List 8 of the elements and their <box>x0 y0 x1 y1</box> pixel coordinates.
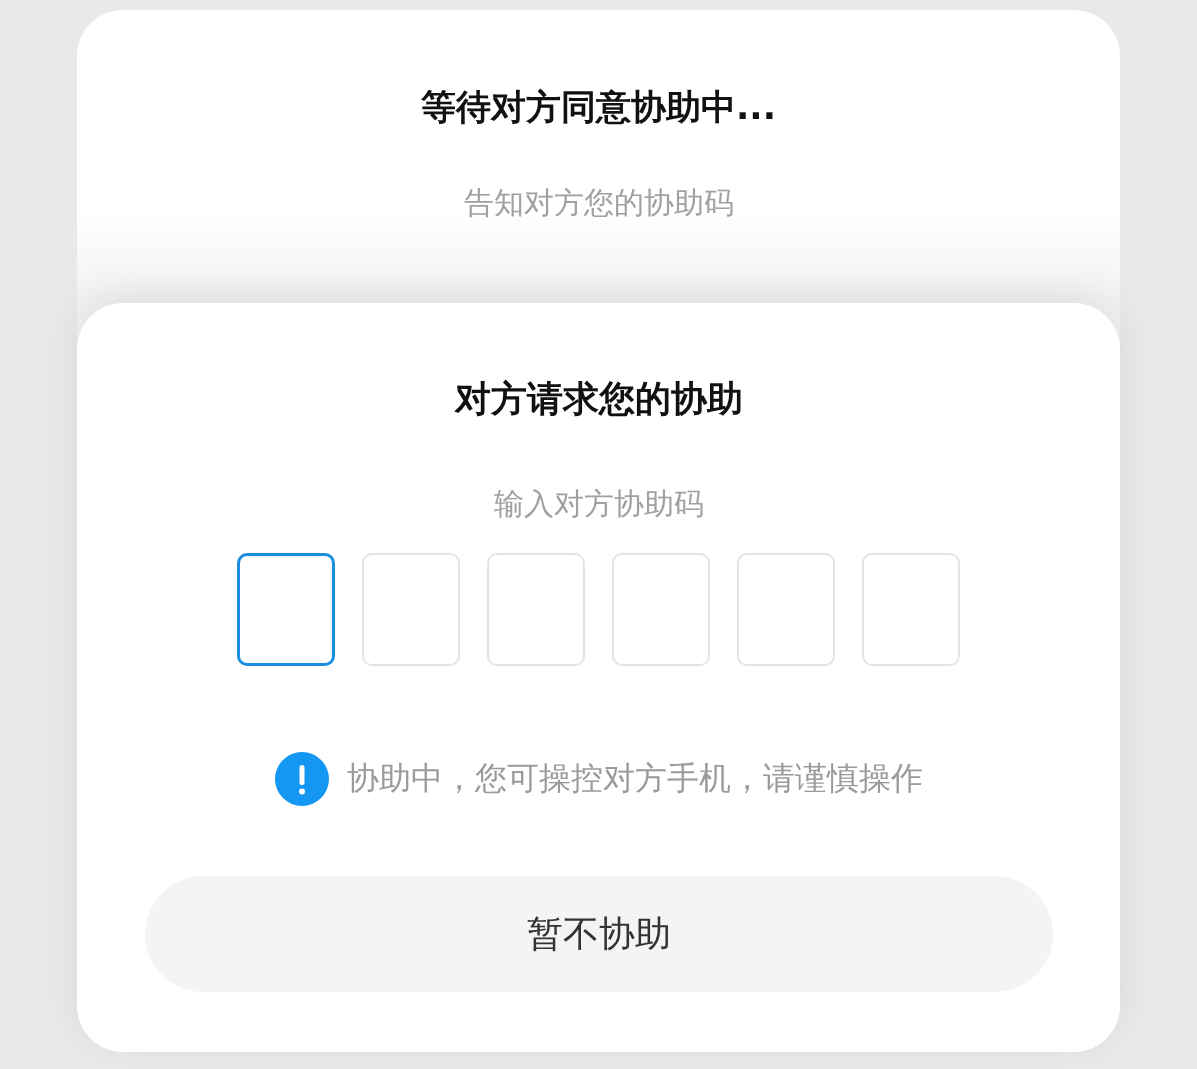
dialog-title: 等待对方同意协助中... <box>421 86 776 129</box>
dialog-subtitle: 输入对方协助码 <box>493 485 704 523</box>
warning-text: 协助中，您可操控对方手机，请谨慎操作 <box>346 758 923 799</box>
warning-icon <box>274 752 329 806</box>
dialog-title: 对方请求您的协助 <box>454 377 743 421</box>
code-input-box[interactable] <box>237 553 335 666</box>
dialog-subtitle: 告知对方您的协助码 <box>463 184 734 222</box>
decline-button[interactable]: 暂不协助 <box>144 876 1053 992</box>
